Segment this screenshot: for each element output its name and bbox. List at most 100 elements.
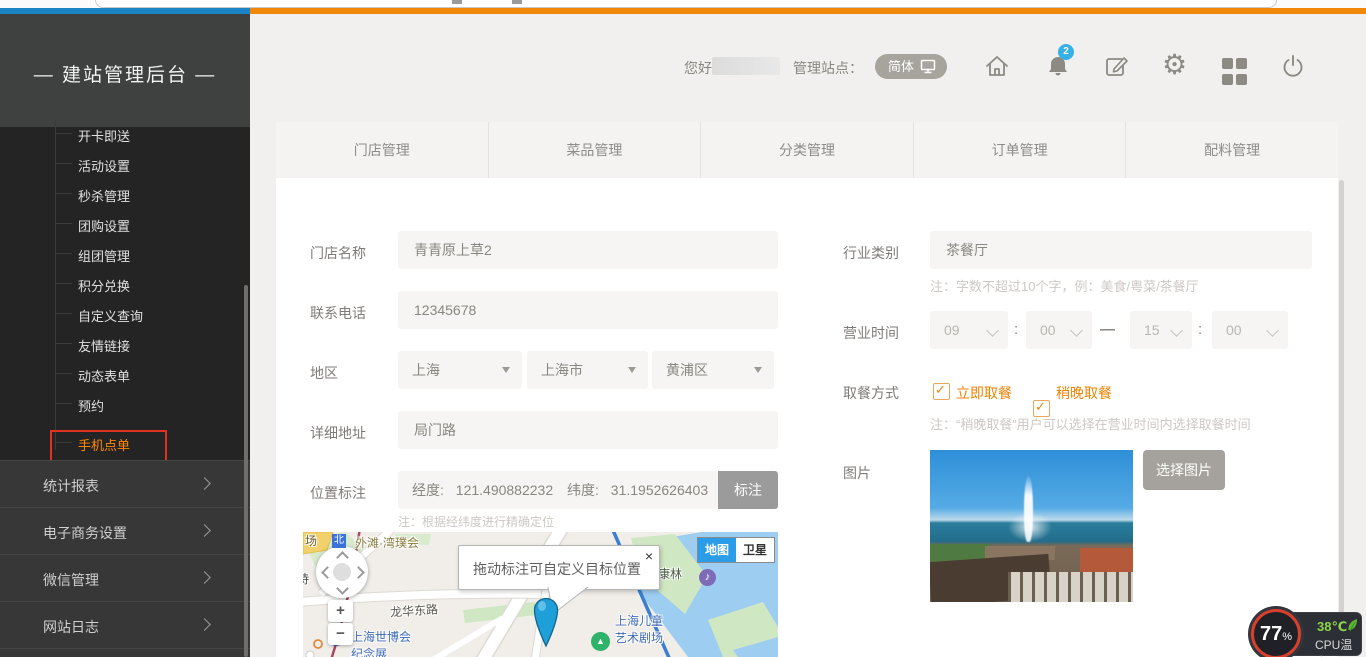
map-type-map-button[interactable]: 地图 bbox=[698, 538, 736, 562]
industry-note: 注：字数不超过10个字，例：美食/粤菜/茶餐厅 bbox=[930, 276, 1199, 295]
sidebar-item-flashsale[interactable]: 秒杀管理 bbox=[78, 186, 228, 204]
sidebar-item-group-manage[interactable]: 组团管理 bbox=[78, 246, 228, 264]
home-icon[interactable] bbox=[983, 52, 1011, 80]
cpu-widget-label: CPU温度 bbox=[1315, 636, 1361, 657]
open-minute-value: 00 bbox=[1040, 322, 1056, 338]
district-select[interactable]: 黄浦区 bbox=[652, 351, 774, 389]
region-label: 地区 bbox=[310, 363, 338, 383]
sidebar-item-links[interactable]: 友情链接 bbox=[78, 336, 228, 354]
tab-bar: 门店管理 菜品管理 分类管理 订单管理 配料管理 bbox=[276, 122, 1338, 178]
chevron-right-icon bbox=[198, 618, 211, 631]
sidebar-item-custom-query[interactable]: 自定义查询 bbox=[78, 306, 228, 324]
annotation-highlight-box bbox=[50, 430, 167, 462]
sidebar-section-logs[interactable]: 网站日志 bbox=[0, 601, 250, 649]
sidebar-section-ecommerce[interactable]: 电子商务设置 bbox=[0, 507, 250, 555]
sidebar-section-partial bbox=[0, 648, 250, 657]
pickup-later-label[interactable]: 稍晚取餐 bbox=[1056, 383, 1112, 403]
greeting-text: 您好 bbox=[684, 58, 712, 78]
map-widget: 外滩·湾璞会 龙华东路 健康林 上海儿童艺术剧场 上海世博会纪念展 场 持 ||… bbox=[303, 532, 778, 657]
city-select[interactable]: 上海市 bbox=[527, 351, 648, 389]
site-label: 管理站点： bbox=[793, 58, 863, 78]
tab-dish-manage[interactable]: 菜品管理 bbox=[488, 122, 701, 178]
close-minute-value: 00 bbox=[1226, 322, 1242, 338]
pan-right-icon[interactable] bbox=[352, 566, 365, 579]
store-photo-preview bbox=[930, 450, 1133, 602]
tab-store-manage[interactable]: 门店管理 bbox=[276, 122, 488, 178]
sidebar-item-points[interactable]: 积分兑换 bbox=[78, 276, 228, 294]
map-zoom-in-button[interactable]: + bbox=[328, 600, 353, 622]
time-colon: : bbox=[1014, 321, 1018, 338]
tab-category-manage[interactable]: 分类管理 bbox=[700, 122, 913, 178]
notification-bell-icon[interactable]: 2 bbox=[1044, 52, 1072, 80]
cpu-gauge-ring: 77% bbox=[1251, 609, 1301, 657]
language-label: 简体 bbox=[888, 59, 914, 74]
close-hour-value: 15 bbox=[1144, 322, 1160, 338]
time-colon: : bbox=[1198, 321, 1202, 338]
pickup-now-checkbox[interactable] bbox=[933, 383, 950, 400]
tab-order-manage[interactable]: 订单管理 bbox=[913, 122, 1126, 178]
industry-label: 行业类别 bbox=[843, 243, 899, 263]
phone-input[interactable]: 12345678 bbox=[398, 291, 778, 329]
address-bar-sliver[interactable] bbox=[95, 0, 1277, 8]
chevron-down-icon bbox=[1170, 324, 1183, 337]
chevron-down-icon bbox=[1266, 324, 1279, 337]
map-label-road1: 龙华东路 bbox=[389, 600, 438, 620]
cpu-usage-gauge[interactable]: 77% bbox=[1248, 606, 1304, 657]
tab-ingredient-manage[interactable]: 配料管理 bbox=[1125, 122, 1338, 178]
sidebar-item-activity-settings[interactable]: 活动设置 bbox=[78, 156, 228, 174]
section-label: 网站日志 bbox=[43, 617, 99, 637]
compass-north-badge[interactable]: 北 bbox=[332, 534, 346, 548]
lng-label: 经度: bbox=[412, 482, 444, 498]
settings-gear-icon[interactable]: ⚙ bbox=[1162, 48, 1190, 76]
sidebar-item-card-gift[interactable]: 开卡即送 bbox=[78, 126, 228, 144]
pan-left-icon[interactable] bbox=[321, 566, 334, 579]
sidebar-section-reports[interactable]: 统计报表 bbox=[0, 460, 250, 508]
sidebar-item-groupbuy[interactable]: 团购设置 bbox=[78, 216, 228, 234]
mark-location-button[interactable]: 标注 bbox=[718, 471, 778, 509]
sidebar-item-forms[interactable]: 动态表单 bbox=[78, 366, 228, 384]
open-minute-select[interactable]: 00 bbox=[1026, 311, 1092, 349]
province-select[interactable]: 上海 bbox=[398, 351, 522, 389]
industry-input[interactable]: 茶餐厅 bbox=[930, 231, 1312, 269]
language-switch-button[interactable]: 简体 bbox=[875, 54, 947, 79]
sidebar-scrollbar-thumb[interactable] bbox=[244, 285, 248, 657]
close-minute-select[interactable]: 00 bbox=[1212, 311, 1288, 349]
map-type-satellite-button[interactable]: 卫星 bbox=[736, 538, 774, 562]
edit-icon[interactable] bbox=[1103, 52, 1131, 80]
store-name-label: 门店名称 bbox=[310, 243, 366, 263]
photo-white-building bbox=[1008, 572, 1133, 602]
tooltip-close-icon[interactable]: × bbox=[645, 548, 653, 564]
map-pin-marker[interactable] bbox=[531, 594, 563, 650]
pan-up-icon[interactable] bbox=[336, 551, 349, 564]
address-input[interactable]: 局门路 bbox=[398, 411, 778, 449]
close-hour-select[interactable]: 15 bbox=[1130, 311, 1192, 349]
time-range-dash: — bbox=[1100, 321, 1115, 338]
sidebar-section-wechat[interactable]: 微信管理 bbox=[0, 554, 250, 602]
open-hour-select[interactable]: 09 bbox=[930, 311, 1008, 349]
pan-center-dot[interactable] bbox=[333, 563, 351, 581]
menu-tick bbox=[55, 343, 72, 344]
pan-down-icon[interactable] bbox=[336, 582, 349, 595]
content-scrollbar-thumb[interactable] bbox=[1339, 180, 1344, 630]
cpu-temperature: 38℃ bbox=[1317, 619, 1347, 635]
coordinates-field[interactable]: 经度: 121.490882232 纬度: 31.1952626403 bbox=[398, 471, 718, 509]
power-icon[interactable] bbox=[1279, 52, 1307, 80]
park-icon: ▲ bbox=[591, 632, 610, 651]
lat-label: 纬度: bbox=[567, 482, 599, 498]
choose-image-button[interactable]: 选择图片 bbox=[1143, 450, 1225, 490]
section-label: 微信管理 bbox=[43, 570, 99, 590]
sidebar-item-booking[interactable]: 预约 bbox=[78, 396, 228, 414]
lat-value: 31.1952626403 bbox=[611, 482, 708, 498]
pickup-now-label[interactable]: 立即取餐 bbox=[956, 383, 1012, 403]
sidebar: — 建站管理后台 — 开卡即送 活动设置 秒杀管理 团购设置 组团管理 积分兑换… bbox=[0, 14, 250, 657]
phone-label: 联系电话 bbox=[310, 303, 366, 323]
apps-grid-icon[interactable] bbox=[1222, 56, 1250, 86]
leaf-icon bbox=[1347, 618, 1359, 632]
store-name-input[interactable]: 青青原上草2 bbox=[398, 231, 778, 269]
image-label: 图片 bbox=[843, 463, 871, 483]
photo-mist bbox=[1008, 512, 1052, 542]
map-pan-control[interactable] bbox=[316, 546, 368, 598]
location-note: 注：根据经纬度进行精确定位 bbox=[398, 513, 554, 530]
map-label-poi4: 上海世博会纪念展 bbox=[351, 628, 411, 657]
map-zoom-out-button[interactable]: − bbox=[328, 623, 353, 645]
